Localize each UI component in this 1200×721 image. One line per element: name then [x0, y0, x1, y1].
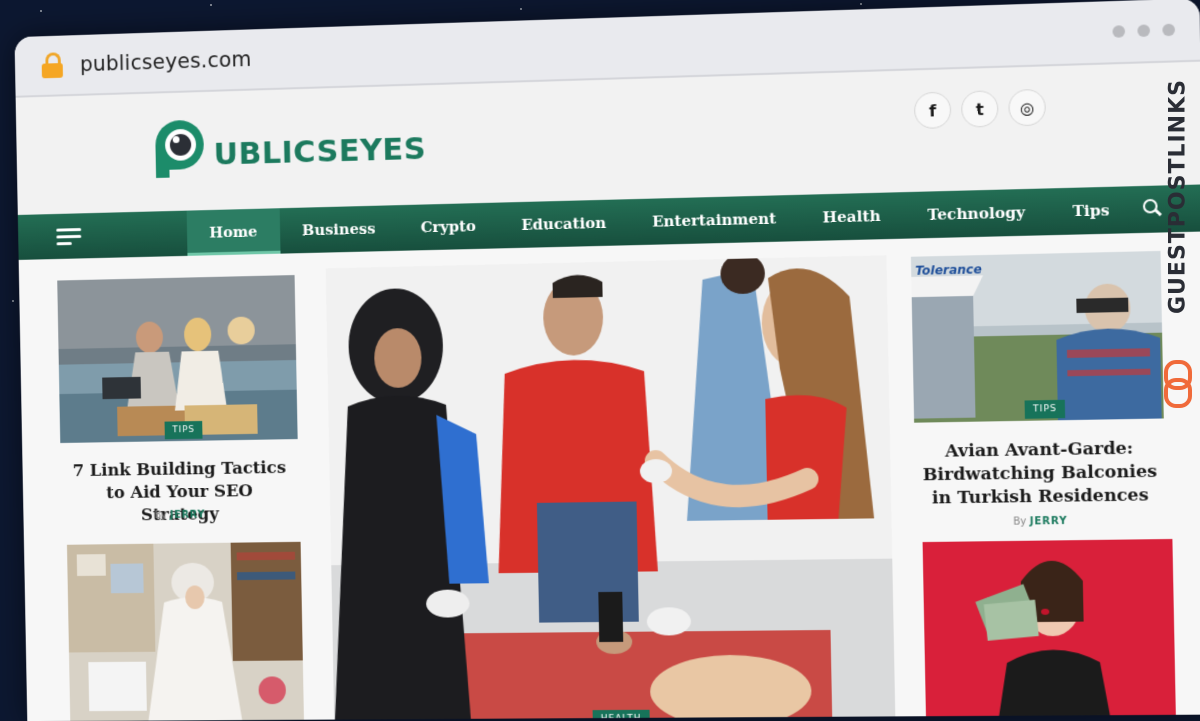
article-thumbnail[interactable]: [922, 538, 1177, 721]
featured-image[interactable]: [325, 255, 896, 721]
logo-text: UBLICSEYES: [213, 130, 427, 173]
instagram-icon[interactable]: ◎: [1008, 88, 1047, 127]
nav-item-tips[interactable]: Tips: [1048, 186, 1134, 235]
article-thumbnail[interactable]: [57, 275, 298, 444]
nav-item-technology[interactable]: Technology: [904, 188, 1050, 238]
window-dot-icon: [1162, 23, 1176, 37]
watermark-text: GUESTPOSTLINKS: [1165, 79, 1191, 314]
chain-link-icon: [1164, 360, 1192, 408]
hamburger-menu-icon[interactable]: [56, 224, 82, 249]
guestpostlinks-watermark: GUESTPOSTLINKS: [1156, 56, 1196, 408]
article-card[interactable]: [922, 538, 1177, 721]
site: UBLICSEYES f t ◎ Home Business Crypto Ed…: [15, 61, 1200, 721]
window-controls: [1112, 23, 1176, 38]
article-byline: By JERRY: [916, 515, 1166, 529]
author-link[interactable]: JERRY: [1030, 516, 1068, 528]
url-text[interactable]: publicseyes.com: [80, 47, 252, 76]
article-title[interactable]: Avian Avant-Garde: Birdwatching Balconie…: [921, 437, 1160, 511]
couple-on-sofa-image: [57, 275, 298, 444]
twitter-icon[interactable]: t: [960, 90, 999, 128]
article-card[interactable]: TIPS 7 Link Building Tactics to Aid Your…: [57, 275, 299, 525]
eye-logo-icon: [155, 119, 212, 178]
nav-item-business[interactable]: Business: [279, 205, 398, 253]
article-thumbnail[interactable]: Tolerance: [910, 250, 1164, 423]
byline-prefix: By: [154, 510, 167, 522]
article-card[interactable]: Tolerance TIPS Avian Avant-Garde: Birdwa…: [910, 250, 1166, 528]
browser-window: publicseyes.com UBLICSEYES f t ◎ Home Bu…: [14, 0, 1200, 721]
nav-item-entertainment[interactable]: Entertainment: [629, 195, 800, 245]
article-card[interactable]: [66, 541, 305, 721]
nav-item-home[interactable]: Home: [186, 208, 281, 256]
window-dot-icon: [1137, 24, 1151, 38]
bride-at-desk-image: [66, 541, 305, 721]
nav-item-education[interactable]: Education: [498, 199, 629, 248]
first-aid-training-image: [325, 255, 896, 721]
byline-prefix: By: [1013, 516, 1027, 528]
category-tag[interactable]: TIPS: [1024, 399, 1066, 419]
social-links: f t ◎: [913, 88, 1047, 130]
nav-item-crypto[interactable]: Crypto: [398, 203, 499, 251]
facebook-icon[interactable]: f: [913, 91, 952, 130]
featured-article[interactable]: HEALTH: [325, 255, 896, 721]
category-tag[interactable]: HEALTH: [592, 709, 650, 721]
site-logo[interactable]: UBLICSEYES: [155, 113, 427, 178]
category-tag[interactable]: TIPS: [164, 420, 203, 440]
author-link[interactable]: JERRY: [170, 510, 206, 521]
window-dot-icon: [1112, 25, 1126, 38]
lock-icon: [41, 52, 63, 79]
article-grid: TIPS 7 Link Building Tactics to Aid Your…: [18, 231, 1200, 721]
nav-item-health[interactable]: Health: [799, 192, 905, 241]
article-thumbnail[interactable]: [66, 541, 305, 721]
woman-with-money-image: [922, 538, 1177, 721]
sign-text: Tolerance: [915, 262, 982, 278]
birdwatcher-image: Tolerance: [910, 250, 1164, 423]
